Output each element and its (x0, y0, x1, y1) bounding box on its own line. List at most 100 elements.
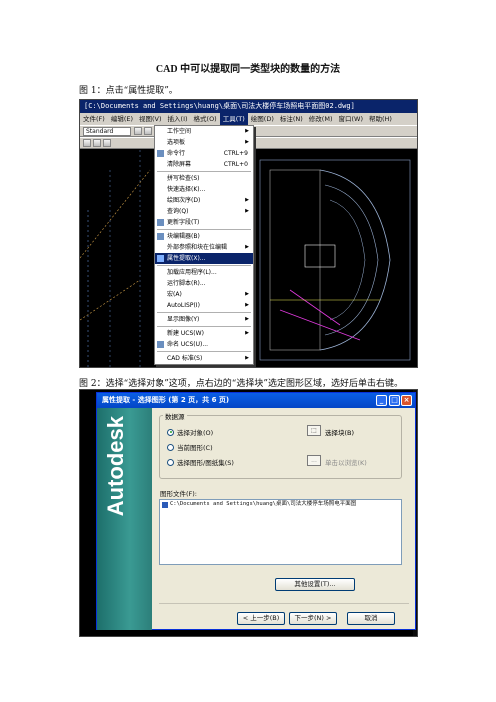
autodesk-logo: Autodesk (103, 416, 128, 517)
document-title: CAD 中可以提取同一类型块的数量的方法 (155, 64, 341, 75)
menu-item[interactable]: 拼写检查(S) (155, 173, 253, 184)
menu-item[interactable]: 命名 UCS(U)... (155, 339, 253, 350)
cad-window-title: [C:\Documents and Settings\huang\桌面\司法大楼… (80, 100, 417, 113)
radio-icon[interactable] (167, 443, 174, 451)
menu-item[interactable]: 命令行 CTRL+9 (155, 148, 253, 159)
figure-caption-2: 图 2：选择“选择对象”这项，点右边的“选择块”选定图形区域，选好后单击右键。 (79, 379, 403, 389)
radio-icon[interactable] (167, 458, 174, 466)
menu-item[interactable]: CAD 标准(S) ▶ (155, 353, 253, 364)
drawing-files-list[interactable]: C:\Documents and Settings\huang\桌面\司法大楼停… (159, 499, 402, 565)
menu-item[interactable]: 宏(A) ▶ (155, 289, 253, 300)
menu-shortcut: CTRL+0 (223, 161, 248, 168)
drawing-file-icon (162, 501, 168, 508)
next-button[interactable]: 下一步(N) > (289, 612, 337, 625)
menu-item-label: 更新字段(T) (167, 219, 200, 226)
menu-item[interactable]: 新建 UCS(W) ▶ (155, 328, 253, 339)
menu-1[interactable]: 编辑(E) (108, 113, 136, 125)
cancel-button[interactable]: 取消 (347, 612, 395, 625)
toolbar-button[interactable] (83, 139, 91, 147)
text-style-combo[interactable]: Standard (83, 126, 131, 136)
menu-shortcut: CTRL+9 (223, 150, 248, 157)
browse-button[interactable]: ... (307, 455, 321, 466)
dialog-title: 属性提取 - 选择图形 (第 2 页，共 6 页) (102, 396, 230, 404)
menu-5[interactable]: 工具(T) (219, 113, 248, 125)
other-settings-button[interactable]: 其他设置(T)... (275, 578, 355, 591)
menu-10[interactable]: 帮助(H) (366, 113, 395, 125)
menu-item-label: CAD 标准(S) (167, 355, 203, 362)
menu-item[interactable]: 显示图像(Y) ▶ (155, 314, 253, 325)
radio-icon[interactable] (167, 428, 174, 436)
file-path: C:\Documents and Settings\huang\桌面\司法大楼停… (170, 501, 357, 507)
submenu-arrow-icon: ▶ (245, 355, 249, 361)
menu-item-label: 命名 UCS(U)... (167, 341, 209, 348)
menu-item-label: 宏(A) (167, 291, 182, 298)
submenu-arrow-icon: ▶ (245, 244, 249, 250)
screenshot-cad-tools-menu: [C:\Documents and Settings\huang\桌面\司法大楼… (79, 99, 418, 368)
toolbar-button[interactable] (103, 139, 111, 147)
menu-9[interactable]: 窗口(W) (335, 113, 366, 125)
submenu-arrow-icon: ▶ (245, 330, 249, 336)
close-button[interactable]: × (401, 395, 412, 406)
menu-item[interactable]: 运行脚本(R)... (155, 278, 253, 289)
menu-item[interactable]: AutoLISP(I) ▶ (155, 300, 253, 311)
menu-item-label: 快速选择(K)... (167, 186, 206, 193)
ucs-icon (157, 341, 164, 348)
menu-8[interactable]: 修改(M) (306, 113, 336, 125)
menu-item-label: 命令行 (167, 150, 186, 157)
submenu-arrow-icon: ▶ (245, 128, 249, 134)
menu-item[interactable]: 工作空间 ▶ (155, 126, 253, 137)
minimize-button[interactable]: _ (376, 395, 387, 406)
menu-item[interactable]: 属性提取(X)... (155, 253, 253, 264)
menu-0[interactable]: 文件(F) (80, 113, 108, 125)
submenu-arrow-icon: ▶ (245, 291, 249, 297)
radio-select-objects[interactable]: 选择对象(O) (167, 427, 213, 437)
toolbar-button[interactable] (134, 127, 142, 135)
menu-7[interactable]: 标注(N) (277, 113, 306, 125)
submenu-arrow-icon: ▶ (245, 316, 249, 322)
menu-3[interactable]: 插入(I) (165, 113, 191, 125)
dialog-separator (159, 603, 409, 604)
ellipsis-icon: ... (311, 457, 317, 464)
toolbar-button[interactable] (144, 127, 152, 135)
menu-2[interactable]: 视图(V) (136, 113, 165, 125)
maximize-button[interactable]: □ (389, 395, 400, 406)
menu-item-label: 清除屏幕 (167, 161, 192, 168)
menu-item-label: 外部参照和块在位编辑 (167, 244, 228, 251)
toolbar-button[interactable] (93, 139, 101, 147)
radio-current-drawing[interactable]: 当前图形(C) (167, 442, 213, 452)
figure-caption-1: 图 1：点击“属性提取”。 (79, 86, 178, 96)
submenu-arrow-icon: ▶ (245, 139, 249, 145)
menu-item[interactable]: 加载应用程序(L)... (155, 267, 253, 278)
menu-item[interactable]: 绘图次序(D) ▶ (155, 195, 253, 206)
browse-label: 单击以浏览(K) (325, 459, 367, 467)
submenu-arrow-icon: ▶ (245, 197, 249, 203)
menu-item-label: 运行脚本(R)... (167, 280, 206, 287)
command-line-icon (157, 150, 164, 157)
menu-separator (157, 351, 251, 352)
attribute-extract-icon (157, 255, 164, 262)
menu-separator (157, 171, 251, 172)
select-blocks-button[interactable]: ⬚ (307, 425, 321, 436)
menu-item-label: 拼写检查(S) (167, 175, 200, 182)
menu-item-label: 工作空间 (167, 128, 192, 135)
menu-item[interactable]: 清除屏幕 CTRL+0 (155, 159, 253, 170)
menu-item[interactable]: 查询(Q) ▶ (155, 206, 253, 217)
menu-item[interactable]: 快速选择(K)... (155, 184, 253, 195)
menu-4[interactable]: 格式(O) (191, 113, 220, 125)
menu-item-label: 新建 UCS(W) (167, 330, 204, 337)
submenu-arrow-icon: ▶ (245, 208, 249, 214)
menu-6[interactable]: 绘图(D) (248, 113, 277, 125)
menu-separator (157, 312, 251, 313)
menu-item[interactable]: 选项板 ▶ (155, 137, 253, 148)
data-source-label: 数据源 (163, 411, 187, 421)
menu-item-label: AutoLISP(I) (167, 302, 200, 309)
file-row[interactable]: C:\Documents and Settings\huang\桌面\司法大楼停… (160, 500, 401, 509)
menu-item-label: 属性提取(X)... (167, 255, 206, 262)
menu-item[interactable]: 外部参照和块在位编辑 ▶ (155, 242, 253, 253)
back-button[interactable]: < 上一步(B) (237, 612, 285, 625)
cad-menubar: 文件(F) 编辑(E) 视图(V) 插入(I) 格式(O) 工具(T) 绘图(D) 标注(N)… (80, 113, 417, 125)
menu-item[interactable]: 更新字段(T) (155, 217, 253, 228)
radio-select-drawings[interactable]: 选择图形/图纸集(S) (167, 457, 234, 467)
menu-item-label: 绘图次序(D) (167, 197, 201, 204)
menu-item[interactable]: 块编辑器(B) (155, 231, 253, 242)
